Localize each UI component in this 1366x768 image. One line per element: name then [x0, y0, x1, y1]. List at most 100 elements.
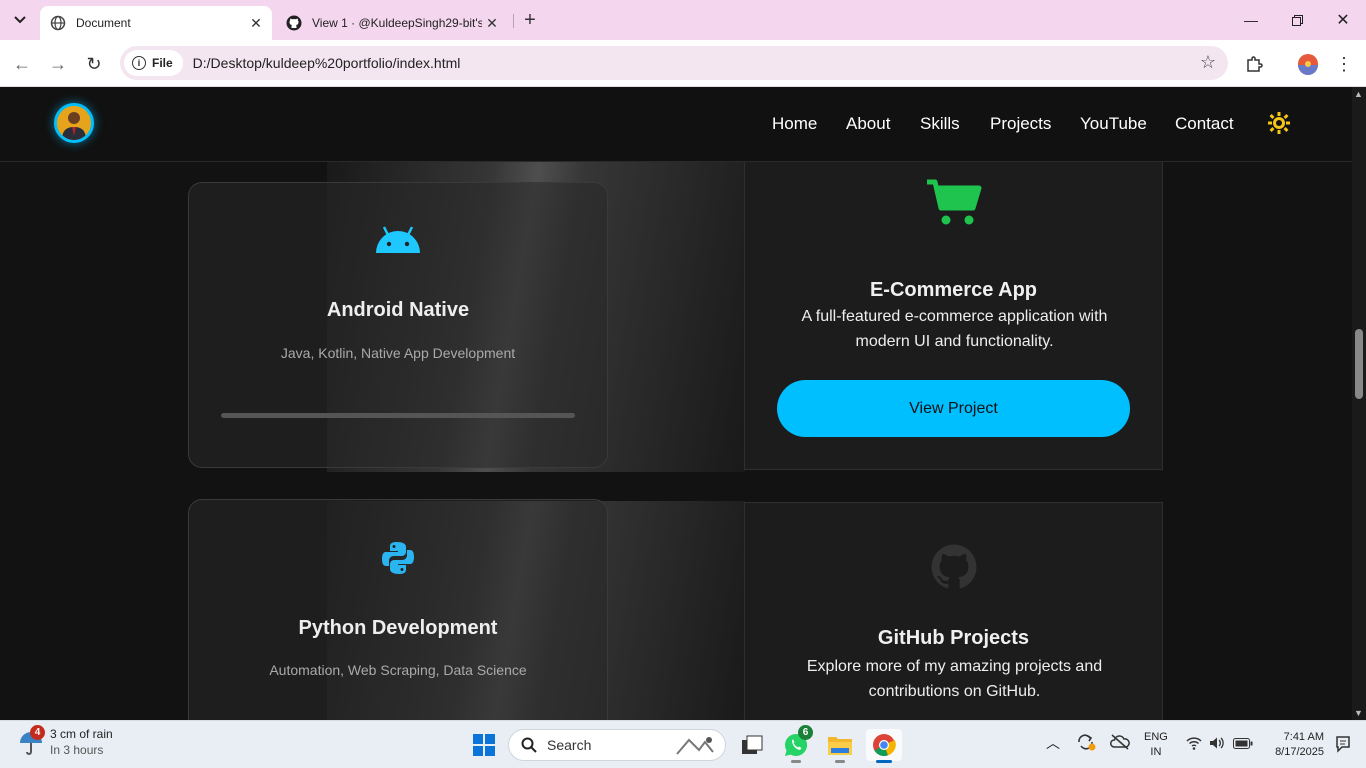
project-title: GitHub Projects	[877, 627, 1030, 649]
browser-menu-button[interactable]: ⋮	[1330, 50, 1358, 78]
scrollbar-thumb[interactable]	[1355, 329, 1363, 399]
globe-icon	[50, 15, 66, 31]
sync-icon[interactable]	[1076, 733, 1096, 754]
skill-progress-bar	[221, 413, 575, 418]
battery-icon[interactable]	[1233, 738, 1253, 752]
new-tab-button[interactable]: +	[518, 8, 542, 32]
reload-button[interactable]: ↻	[80, 50, 108, 78]
python-icon	[189, 540, 607, 576]
close-tab-icon[interactable]: ✕	[482, 13, 502, 33]
tab-title: Document	[76, 16, 131, 30]
windows-taskbar: 4 3 cm of rain In 3 hours Search 6 ︿ ENG	[0, 720, 1366, 768]
windows-logo-icon	[473, 734, 495, 756]
restore-icon	[1291, 14, 1303, 26]
tab-search-button[interactable]	[8, 8, 32, 32]
android-icon	[189, 225, 607, 255]
skill-card-python[interactable]: Python Development Automation, Web Scrap…	[188, 499, 608, 720]
app-running-indicator	[835, 760, 845, 763]
project-title: E-Commerce App	[869, 279, 1038, 301]
back-button[interactable]: ←	[8, 50, 36, 78]
page-scrollbar[interactable]: ▲ ▼	[1352, 87, 1366, 720]
avatar	[57, 106, 91, 140]
skill-description: Java, Kotlin, Native App Development	[280, 345, 516, 361]
chrome-icon	[873, 734, 896, 756]
nav-youtube[interactable]: YouTube	[1080, 114, 1147, 134]
site-info-chip[interactable]: i File	[124, 50, 183, 76]
github-icon	[745, 543, 1162, 591]
puzzle-icon	[1247, 56, 1263, 72]
address-bar[interactable]: i File D:/Desktop/kuldeep%20portfolio/in…	[120, 46, 1228, 80]
site-header: Home About Skills Projects YouTube Conta…	[0, 87, 1352, 162]
scroll-down-icon[interactable]: ▼	[1354, 708, 1363, 718]
project-description: Explore more of my amazing projects and …	[806, 658, 1103, 700]
close-window-button[interactable]: ✕	[1320, 0, 1366, 40]
view-project-button[interactable]: View Project	[777, 380, 1130, 437]
skill-title: Android Native	[326, 299, 470, 321]
nav-about[interactable]: About	[846, 114, 890, 134]
github-icon	[286, 15, 302, 31]
forward-button[interactable]: →	[44, 50, 72, 78]
bookmark-star-icon[interactable]: ☆	[1200, 52, 1216, 73]
tab-document[interactable]: Document ✕	[40, 6, 272, 40]
app-running-indicator	[791, 760, 801, 763]
task-view-icon	[742, 735, 763, 754]
taskbar-search[interactable]: Search	[508, 729, 726, 761]
tab-title: View 1 · @KuldeepSingh29-bit's	[312, 16, 482, 30]
search-highlight-icon	[676, 737, 714, 755]
wifi-icon[interactable]	[1186, 736, 1202, 753]
whatsapp-unread-badge: 6	[798, 725, 813, 740]
restore-button[interactable]	[1274, 0, 1320, 40]
url-text[interactable]: D:/Desktop/kuldeep%20portfolio/index.htm…	[193, 55, 461, 71]
profile-logo[interactable]	[54, 103, 94, 143]
onedrive-offline-icon[interactable]	[1110, 734, 1130, 753]
weather-timing: In 3 hours	[50, 743, 104, 757]
minimize-button[interactable]: —	[1228, 0, 1274, 40]
profile-avatar[interactable]	[1294, 50, 1322, 78]
start-button[interactable]	[466, 729, 502, 761]
skill-card-android[interactable]: Android Native Java, Kotlin, Native App …	[188, 182, 608, 468]
search-icon	[521, 737, 537, 753]
show-hidden-icons-chevron[interactable]: ︿	[1046, 733, 1060, 753]
task-view-button[interactable]	[734, 729, 770, 761]
chevron-down-icon	[14, 16, 26, 24]
shopping-cart-icon	[745, 178, 1162, 228]
close-tab-icon[interactable]: ✕	[246, 13, 266, 33]
language-code: ENG	[1144, 731, 1168, 743]
taskbar-file-explorer[interactable]	[822, 729, 858, 763]
taskbar-whatsapp[interactable]: 6	[778, 725, 814, 763]
system-clock[interactable]: 7:41 AM 8/17/2025	[1262, 730, 1324, 760]
folder-icon	[828, 737, 852, 755]
taskbar-chrome[interactable]	[866, 729, 902, 763]
region-code: IN	[1150, 746, 1162, 758]
tab-divider	[513, 14, 514, 28]
project-card-ecommerce: E-Commerce App A full-featured e-commerc…	[744, 157, 1163, 470]
weather-widget[interactable]: 4 3 cm of rain In 3 hours	[18, 725, 113, 757]
notification-center-icon[interactable]	[1334, 735, 1352, 756]
clock-date: 8/17/2025	[1275, 746, 1324, 758]
umbrella-icon: 4	[18, 725, 45, 755]
weather-alert-badge: 4	[30, 725, 45, 740]
scroll-up-icon[interactable]: ▲	[1354, 89, 1363, 99]
browser-tab-strip: Document ✕ View 1 · @KuldeepSingh29-bit'…	[0, 0, 1366, 40]
tab-github[interactable]: View 1 · @KuldeepSingh29-bit's ✕	[278, 6, 508, 40]
nav-skills[interactable]: Skills	[920, 114, 960, 134]
input-language-indicator[interactable]: ENG IN	[1144, 730, 1168, 760]
info-icon: i	[132, 56, 146, 70]
skill-progress-fill	[221, 413, 575, 418]
nav-home[interactable]: Home	[772, 114, 817, 134]
skill-title: Python Development	[298, 617, 498, 639]
volume-icon[interactable]	[1209, 736, 1225, 753]
weather-forecast: 3 cm of rain	[50, 727, 113, 741]
nav-contact[interactable]: Contact	[1175, 114, 1234, 134]
page-viewport: Android Native Java, Kotlin, Native App …	[0, 87, 1366, 720]
browser-toolbar: ← → ↻ i File D:/Desktop/kuldeep%20portfo…	[0, 40, 1366, 87]
project-description: A full-featured e-commerce application w…	[801, 308, 1108, 350]
search-placeholder: Search	[547, 737, 592, 753]
clock-time: 7:41 AM	[1283, 731, 1324, 743]
skill-description: Automation, Web Scraping, Data Science	[269, 662, 527, 678]
theme-toggle-sun-icon[interactable]	[1268, 112, 1290, 139]
extensions-button[interactable]	[1240, 50, 1268, 78]
app-running-indicator	[876, 760, 892, 763]
project-card-github: GitHub Projects Explore more of my amazi…	[744, 502, 1163, 720]
nav-projects[interactable]: Projects	[990, 114, 1051, 134]
